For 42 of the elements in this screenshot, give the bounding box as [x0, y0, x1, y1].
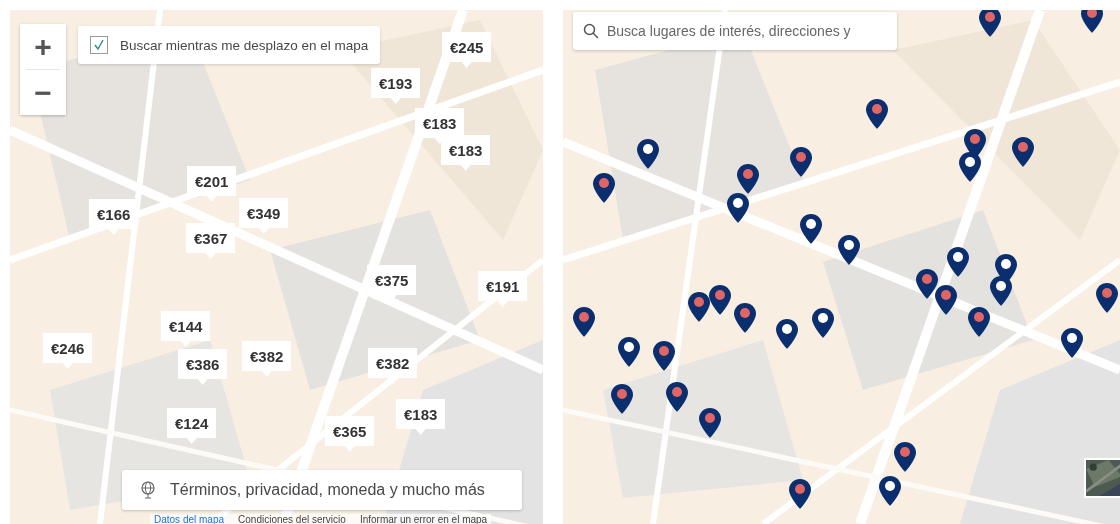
map-pin[interactable]: [866, 99, 888, 129]
map-pin[interactable]: [990, 276, 1012, 306]
map-pin[interactable]: [593, 173, 615, 203]
map-pin[interactable]: [812, 308, 834, 338]
map-pin[interactable]: [789, 479, 811, 509]
map-pin[interactable]: [737, 164, 759, 194]
map-pin[interactable]: [879, 476, 901, 506]
map-pin[interactable]: [968, 307, 990, 337]
globe-icon: [140, 481, 156, 499]
map-pin[interactable]: [573, 307, 595, 337]
checkbox[interactable]: [90, 36, 108, 54]
map-pin[interactable]: [947, 247, 969, 277]
map-pin[interactable]: [709, 285, 731, 315]
zoom-in-button[interactable]: +: [20, 24, 66, 69]
zoom-out-button[interactable]: −: [20, 70, 66, 115]
map-pin[interactable]: [1012, 137, 1034, 167]
map-pin[interactable]: [916, 269, 938, 299]
search-icon: [583, 23, 599, 39]
map-pin[interactable]: [1081, 10, 1103, 33]
map-pin[interactable]: [838, 235, 860, 265]
map-pin[interactable]: [618, 337, 640, 367]
map-pin[interactable]: [1096, 283, 1118, 313]
map-pin[interactable]: [1061, 328, 1083, 358]
map-pin[interactable]: [611, 384, 633, 414]
search-bar[interactable]: Busca lugares de interés, direcciones y: [573, 12, 897, 50]
map-pin[interactable]: [800, 214, 822, 244]
map-pin[interactable]: [935, 285, 957, 315]
map-pin[interactable]: [699, 408, 721, 438]
map-pin[interactable]: [727, 193, 749, 223]
map-pin[interactable]: [637, 139, 659, 169]
map-pin[interactable]: [688, 292, 710, 322]
checkbox-label: Buscar mientras me desplazo en el mapa: [120, 37, 369, 53]
map-pin[interactable]: [776, 319, 798, 349]
map-pin[interactable]: [666, 382, 688, 412]
terms-button[interactable]: Términos, privacidad, moneda y mucho más: [122, 470, 522, 510]
footer-link[interactable]: Condiciones del servicio: [238, 514, 346, 524]
map-pin[interactable]: [959, 152, 981, 182]
map-pin[interactable]: [653, 341, 675, 371]
map-pin[interactable]: [790, 147, 812, 177]
map-pin[interactable]: [894, 442, 916, 472]
map-pin[interactable]: [979, 10, 1001, 37]
map-pin[interactable]: [734, 303, 756, 333]
